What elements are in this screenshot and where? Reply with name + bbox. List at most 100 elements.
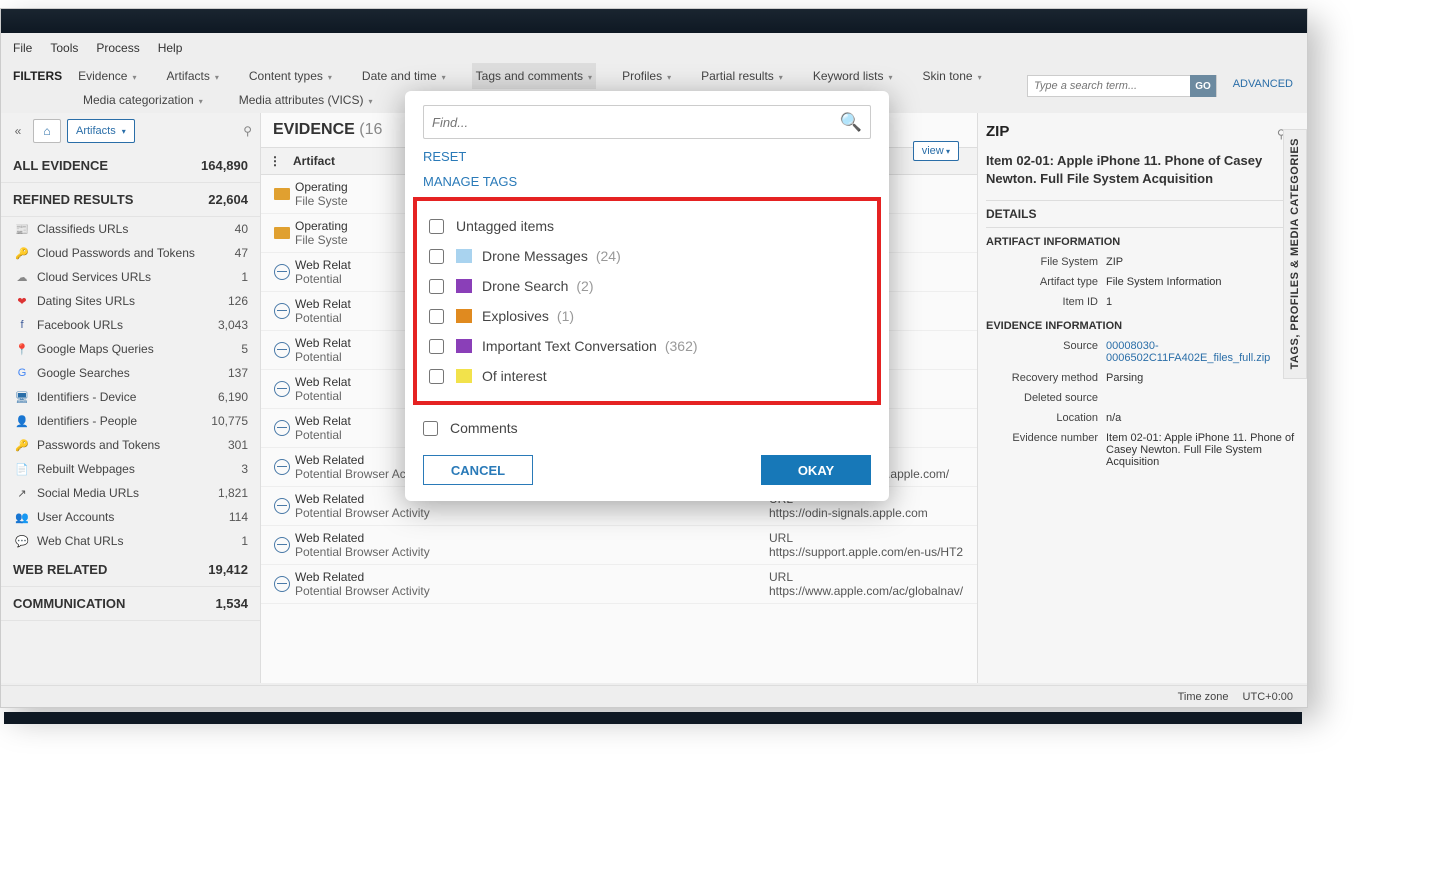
menu-file[interactable]: File	[13, 41, 32, 55]
tag-checkbox[interactable]	[429, 309, 444, 324]
sidebar-item-icon: 📄	[13, 462, 31, 476]
comments-checkbox[interactable]	[423, 421, 438, 436]
sidebar-item-icon: 📰	[13, 222, 31, 236]
search-box: GO	[1027, 75, 1217, 97]
menu-tools[interactable]: Tools	[50, 41, 78, 55]
tag-row[interactable]: Drone Messages(24)	[429, 241, 865, 271]
sidebar-item[interactable]: 📍Google Maps Queries5	[1, 337, 260, 361]
sidebar-item-label: Facebook URLs	[37, 318, 218, 332]
app-window: File Tools Process Help FILTERS Evidence…	[0, 8, 1308, 708]
side-tab-tags-profiles[interactable]: TAGS, PROFILES & MEDIA CATEGORIES	[1283, 129, 1307, 379]
tag-color-swatch	[456, 249, 472, 263]
sidebar-item[interactable]: ☁Cloud Services URLs1	[1, 265, 260, 289]
comments-row[interactable]: Comments	[423, 413, 871, 443]
sidebar-item-label: Rebuilt Webpages	[37, 462, 241, 476]
filter-evidence[interactable]: Evidence	[74, 63, 140, 89]
sidebar-item-icon: f	[13, 318, 31, 332]
table-row[interactable]: Web RelatedPotential Browser ActivityURL…	[261, 565, 977, 604]
sidebar-item-icon: 👥	[13, 510, 31, 524]
filter-media-categorization[interactable]: Media categorization	[79, 89, 207, 111]
home-button[interactable]: ⌂	[33, 119, 61, 143]
tag-count: (362)	[665, 338, 698, 354]
sidebar-item-label: Google Searches	[37, 366, 228, 380]
view-dropdown[interactable]: view	[913, 141, 959, 161]
filter-profiles[interactable]: Profiles	[618, 63, 675, 89]
sidebar-search-icon[interactable]: ⚲	[243, 124, 252, 138]
sidebar-item[interactable]: fFacebook URLs3,043	[1, 313, 260, 337]
refined-results-row[interactable]: REFINED RESULTS 22,604	[1, 183, 260, 217]
popup-manage-tags-link[interactable]: MANAGE TAGS	[423, 174, 871, 189]
artifacts-dropdown[interactable]: Artifacts	[67, 119, 135, 143]
search-icon[interactable]: 🔍	[840, 112, 862, 133]
sidebar-item[interactable]: 💬Web Chat URLs1	[1, 529, 260, 553]
sidebar-item-count: 114	[229, 510, 248, 524]
filter-media-attributes[interactable]: Media attributes (VICS)	[235, 89, 377, 111]
detail-row: File SystemZIP	[986, 252, 1299, 272]
tag-checkbox[interactable]	[429, 339, 444, 354]
all-evidence-row[interactable]: ALL EVIDENCE 164,890	[1, 149, 260, 183]
sidebar-item-label: Web Chat URLs	[37, 534, 241, 548]
tags-highlight-box: Untagged itemsDrone Messages(24)Drone Se…	[413, 197, 881, 405]
filter-content-types[interactable]: Content types	[245, 63, 336, 89]
sidebar-item-label: Identifiers - People	[37, 414, 211, 428]
sidebar-item-icon: 💬	[13, 534, 31, 548]
sidebar-item[interactable]: 👤Identifiers - People10,775	[1, 409, 260, 433]
sidebar-item[interactable]: ❤Dating Sites URLs126	[1, 289, 260, 313]
advanced-search-link[interactable]: ADVANCED	[1233, 78, 1293, 90]
sidebar-item[interactable]: 📄Rebuilt Webpages3	[1, 457, 260, 481]
sidebar-item[interactable]: 👥 User Accounts114	[1, 505, 260, 529]
search-go-button[interactable]: GO	[1190, 75, 1216, 97]
tag-row[interactable]: Explosives(1)	[429, 301, 865, 331]
sidebar-item-label: User Accounts	[37, 510, 229, 524]
tag-checkbox[interactable]	[429, 219, 444, 234]
sidebar-item-icon: ❤	[13, 294, 31, 308]
table-row[interactable]: Web RelatedPotential Browser ActivityURL…	[261, 526, 977, 565]
okay-button[interactable]: OKAY	[761, 455, 871, 485]
tag-checkbox[interactable]	[429, 279, 444, 294]
sidebar-item-count: 1,821	[218, 486, 248, 500]
filter-date-time[interactable]: Date and time	[358, 63, 450, 89]
filter-skin-tone[interactable]: Skin tone	[919, 63, 986, 89]
detail-row: Evidence numberItem 02-01: Apple iPhone …	[986, 428, 1299, 472]
sidebar-item[interactable]: 🔑Cloud Passwords and Tokens47	[1, 241, 260, 265]
filter-artifacts[interactable]: Artifacts	[163, 63, 223, 89]
sidebar-item-icon: 📍	[13, 342, 31, 356]
search-input[interactable]	[1028, 80, 1190, 92]
filter-keyword-lists[interactable]: Keyword lists	[809, 63, 897, 89]
tag-row[interactable]: Untagged items	[429, 211, 865, 241]
filter-tags-comments[interactable]: Tags and comments	[472, 63, 596, 89]
tag-row[interactable]: Of interest	[429, 361, 865, 391]
tag-name: Of interest	[482, 368, 547, 384]
sidebar-item-label: Social Media URLs	[37, 486, 218, 500]
menu-bar: File Tools Process Help	[1, 33, 1307, 63]
group-web-related[interactable]: WEB RELATED 19,412	[1, 553, 260, 587]
sidebar-item[interactable]: GGoogle Searches137	[1, 361, 260, 385]
tag-checkbox[interactable]	[429, 249, 444, 264]
tag-checkbox[interactable]	[429, 369, 444, 384]
sidebar-item-icon: G	[13, 366, 31, 380]
tag-count: (24)	[596, 248, 621, 264]
popup-reset-link[interactable]: RESET	[423, 149, 871, 164]
sidebar-item[interactable]: 🖥Identifiers - Device6,190	[1, 385, 260, 409]
tag-row[interactable]: Important Text Conversation(362)	[429, 331, 865, 361]
group-communication[interactable]: COMMUNICATION 1,534	[1, 587, 260, 621]
sidebar-item[interactable]: ↗ Social Media URLs1,821	[1, 481, 260, 505]
menu-process[interactable]: Process	[96, 41, 139, 55]
sidebar-item-label: Cloud Passwords and Tokens	[37, 246, 235, 260]
sidebar-item-icon: ↗	[13, 486, 31, 500]
sidebar-item[interactable]: 📰Classifieds URLs40	[1, 217, 260, 241]
tag-color-swatch	[456, 279, 472, 293]
sidebar-item-icon: 👤	[13, 414, 31, 428]
detail-row: Artifact typeFile System Information	[986, 272, 1299, 292]
collapse-sidebar-icon[interactable]: «	[9, 124, 27, 138]
popup-find-input[interactable]	[432, 115, 840, 130]
menu-help[interactable]: Help	[158, 41, 183, 55]
cancel-button[interactable]: CANCEL	[423, 455, 533, 485]
details-title: ZIP	[986, 123, 1009, 140]
tag-name: Untagged items	[456, 218, 554, 234]
details-section-header[interactable]: DETAILS⌃	[986, 200, 1299, 228]
tag-row[interactable]: Drone Search(2)	[429, 271, 865, 301]
sidebar-item[interactable]: 🔑Passwords and Tokens301	[1, 433, 260, 457]
filter-partial-results[interactable]: Partial results	[697, 63, 787, 89]
tag-name: Drone Search	[482, 278, 568, 294]
